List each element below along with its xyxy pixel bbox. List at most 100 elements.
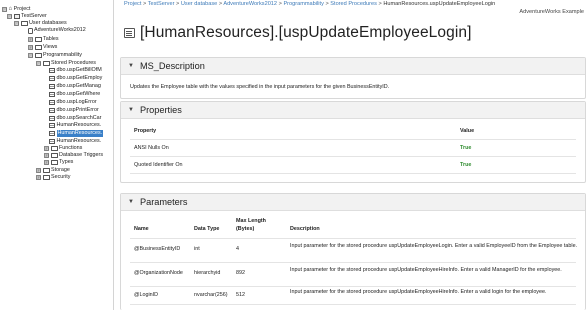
description-text: Updates the Employee table with the valu… (130, 84, 390, 90)
breadcrumb-current: HumanResources.uspUpdateEmployeeLogin (383, 1, 496, 7)
stored-procedure-icon (124, 28, 135, 38)
folder-icon (50, 146, 58, 151)
ms-description-panel: ▼ MS_Description Updates the Employee ta… (120, 57, 586, 99)
properties-panel: ▼ Properties Property Value ANSI Nulls O… (120, 101, 586, 183)
breadcrumb-link-server[interactable]: TestServer (148, 1, 175, 7)
breadcrumb-link-database[interactable]: AdventureWorks2012 (223, 1, 277, 7)
column-header-max-length-unit: (Bytes) (236, 226, 255, 232)
breadcrumb-separator: > (378, 1, 382, 7)
tree-item-views[interactable]: ⊞ Views (28, 44, 57, 51)
panel-title: MS_Description (139, 61, 205, 71)
parameter-data-type: int (194, 246, 200, 252)
property-value: True (460, 162, 472, 168)
tree-item-database-triggers[interactable]: ⊞ Database Triggers (44, 152, 103, 159)
tree-item-server[interactable]: ⊟ TestServer (7, 13, 47, 20)
parameter-description: Input parameter for the stored procedure… (290, 243, 578, 249)
procedure-icon (49, 131, 55, 136)
column-header-max-length: Max Length (236, 218, 266, 224)
server-icon (13, 14, 20, 19)
tree-item-stored-procedures[interactable]: ⊟ Stored Procedures (36, 60, 96, 67)
table-row: ANSI Nulls On True (130, 140, 576, 157)
tree-item-procedure[interactable]: dbo.uspPrintError (49, 107, 99, 114)
property-value: True (460, 145, 472, 151)
breadcrumb-separator: > (142, 1, 147, 7)
expand-icon[interactable]: ⊞ (36, 168, 41, 173)
folder-icon (42, 61, 50, 66)
property-name: ANSI Nulls On (134, 145, 169, 151)
tree-item-procedure[interactable]: dbo.uspGetManag (49, 83, 101, 90)
expand-icon[interactable]: ⊞ (36, 175, 41, 180)
collapse-icon[interactable]: ⊟ (7, 14, 12, 19)
expand-icon[interactable]: ⊞ (44, 160, 49, 165)
table-row: @BusinessEntityID int 4 Input parameter … (130, 239, 577, 263)
tree-item-procedure[interactable]: dbo.uspGetEmploy (49, 75, 102, 82)
collapse-caret-icon[interactable]: ▼ (128, 199, 134, 205)
collapse-caret-icon[interactable]: ▼ (128, 63, 134, 69)
tree-item-functions[interactable]: ⊞ Functions (44, 145, 82, 152)
breadcrumb-separator: > (278, 1, 282, 7)
tree-item-storage[interactable]: ⊞ Storage (36, 167, 70, 174)
expand-icon[interactable]: ⊞ (44, 153, 49, 158)
parameter-max-length: 512 (236, 292, 245, 298)
expand-icon[interactable]: ⊞ (44, 146, 49, 151)
panel-title: Properties (139, 105, 182, 115)
parameter-data-type: hierarchyid (194, 270, 221, 276)
breadcrumb-link-programmability[interactable]: Programmability (283, 1, 323, 7)
tree-item-procedure[interactable]: dbo.uspSearchCar (49, 115, 101, 122)
tree-item-procedure[interactable]: HumanResources. (49, 138, 101, 145)
tree-item-tables[interactable]: ⊞ Tables (28, 36, 59, 43)
breadcrumb-separator: > (325, 1, 329, 7)
page-title: [HumanResources].[uspUpdateEmployeeLogin… (140, 24, 472, 41)
page-header: [HumanResources].[uspUpdateEmployeeLogin… (124, 24, 472, 42)
database-icon (27, 27, 33, 34)
tree-item-procedure[interactable]: dbo.uspLogError (49, 99, 97, 106)
breadcrumb: Project > TestServer > User database > A… (124, 0, 495, 8)
procedure-icon (49, 116, 55, 121)
collapse-icon[interactable]: ⊟ (28, 53, 33, 58)
procedure-icon (49, 108, 55, 113)
collapse-icon[interactable]: ⊟ (14, 21, 19, 26)
column-header-description: Description (290, 226, 320, 232)
tree-item-database[interactable]: AdventureWorks2012 (21, 27, 86, 34)
tree-item-security[interactable]: ⊞ Security (36, 174, 70, 181)
parameter-max-length: 892 (236, 270, 245, 276)
tree-item-types[interactable]: ⊞ Types (44, 159, 73, 166)
folder-icon (50, 160, 58, 165)
tree-item-procedure[interactable]: dbo.uspGetBillOfM (49, 67, 102, 74)
tree-item-programmability[interactable]: ⊟ Programmability (28, 52, 82, 59)
parameter-name: @LoginID (134, 292, 159, 298)
breadcrumb-link-project[interactable]: Project (124, 1, 141, 7)
expand-icon[interactable]: ⊞ (28, 37, 33, 42)
properties-header[interactable]: ▼ Properties (121, 102, 585, 119)
column-header-value: Value (460, 128, 475, 134)
object-explorer-tree: ⊟ ⌂ Project ⊟ TestServer ⊟ User database… (0, 0, 114, 310)
breadcrumb-link-user-database[interactable]: User database (181, 1, 217, 7)
tree-item-procedure[interactable]: HumanResources. (49, 122, 101, 129)
tree-item-procedure[interactable]: dbo.uspGetWhere (49, 91, 100, 98)
table-header-row: Name Data Type Max Length (Bytes) Descri… (130, 215, 576, 239)
parameter-data-type: nvarchar(256) (194, 292, 228, 298)
property-name: Quoted Identifier On (134, 162, 183, 168)
tree-item-project[interactable]: ⊟ ⌂ Project (2, 6, 30, 13)
procedure-icon (49, 68, 55, 73)
parameter-name: @BusinessEntityID (134, 246, 181, 252)
parameters-header[interactable]: ▼ Parameters (121, 194, 585, 211)
parameter-max-length: 4 (236, 246, 239, 252)
folder-icon (34, 37, 42, 42)
expand-icon[interactable]: ⊞ (28, 45, 33, 50)
folder-icon (50, 153, 58, 158)
collapse-icon[interactable]: ⊟ (36, 61, 41, 66)
main-content: Project > TestServer > User database > A… (118, 0, 588, 310)
collapse-icon[interactable]: ⊟ (2, 7, 7, 12)
folder-icon (34, 53, 42, 58)
procedure-icon (49, 92, 55, 97)
table-header-row: Property Value (130, 123, 576, 140)
ms-description-header[interactable]: ▼ MS_Description (121, 58, 585, 75)
parameter-name: @OrganizationNode (134, 270, 183, 276)
folder-icon (42, 168, 50, 173)
collapse-caret-icon[interactable]: ▼ (128, 107, 134, 113)
breadcrumb-link-stored-procedures[interactable]: Stored Procedures (330, 1, 377, 7)
tree-item-procedure-selected[interactable]: HumanResources. (49, 130, 104, 137)
tree-item-user-databases[interactable]: ⊟ User databases (14, 20, 67, 27)
breadcrumb-separator: > (218, 1, 223, 7)
